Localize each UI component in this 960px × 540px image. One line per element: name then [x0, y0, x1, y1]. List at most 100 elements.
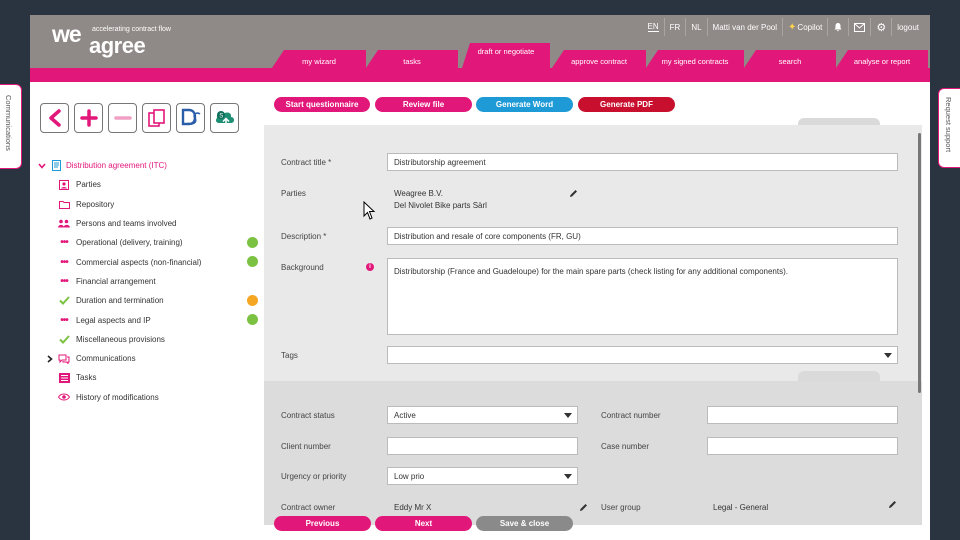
tree-item-label: Duration and termination: [76, 296, 164, 306]
tree-item-label: Miscellaneous provisions: [76, 334, 165, 344]
contract-status-label: Contract status: [281, 411, 335, 420]
tree-item-label: Communications: [76, 354, 136, 364]
chat-icon: [58, 354, 70, 364]
dots-icon: •••: [60, 256, 69, 268]
tree-item-repository[interactable]: Repository: [58, 195, 258, 214]
tree-item-legal[interactable]: ••• Legal aspects and IP: [58, 310, 258, 329]
tab-my-wizard[interactable]: my wizard: [272, 50, 366, 68]
contract-tree: Distribution agreement (ITC) Parties Rep…: [38, 156, 258, 407]
tab-my-signed-contracts[interactable]: my signed contracts: [646, 50, 744, 68]
tree-root[interactable]: Distribution agreement (ITC): [38, 156, 258, 175]
add-button[interactable]: [74, 103, 103, 133]
status-dot-green: [247, 314, 258, 326]
logo-tagline: accelerating contract flow: [92, 26, 171, 33]
tree-root-label: Distribution agreement (ITC): [66, 161, 167, 171]
logo-we: we: [52, 21, 82, 47]
dots-icon: •••: [60, 314, 69, 326]
next-button[interactable]: Next: [375, 516, 472, 531]
background-label: Background: [281, 263, 324, 272]
client-number-input[interactable]: [387, 437, 578, 455]
tab-search[interactable]: search: [744, 50, 836, 68]
communications-side-tab[interactable]: Communications: [0, 84, 22, 169]
content-scrollbar[interactable]: [918, 133, 921, 393]
tree-item-persons-teams[interactable]: Persons and teams involved: [58, 214, 258, 233]
tree-item-parties[interactable]: Parties: [58, 175, 258, 194]
tree-item-label: Persons and teams involved: [76, 219, 177, 229]
background-textarea[interactable]: Distributorship (France and Guadeloupe) …: [387, 258, 898, 335]
info-icon[interactable]: i: [366, 263, 374, 271]
chevron-right-icon[interactable]: [46, 354, 54, 364]
copy-icon: [147, 109, 165, 127]
copilot-button[interactable]: ✦ Copilot: [782, 18, 827, 36]
plus-icon: [79, 109, 98, 127]
communications-side-label: Communications: [4, 95, 13, 151]
top-menu: EN FR NL Matti van der Pool ✦ Copilot ⚙ …: [643, 18, 924, 36]
contract-form: Contract title * Distributorship agreeme…: [264, 125, 922, 525]
tab-draft-or-negotiate[interactable]: draft or negotiate: [462, 43, 550, 68]
sharepoint-upload-button[interactable]: S: [210, 103, 239, 133]
lang-fr[interactable]: FR: [663, 18, 686, 36]
user-group-label: User group: [601, 503, 641, 512]
person-card-icon: [58, 179, 70, 190]
contract-toolbar: S: [40, 103, 239, 133]
tree-item-misc[interactable]: Miscellaneous provisions: [58, 330, 258, 349]
tree-item-label: Commercial aspects (non-financial): [76, 257, 202, 267]
check-icon: [58, 334, 70, 344]
tree-item-label: History of modifications: [76, 392, 159, 402]
mail-icon[interactable]: [848, 18, 870, 36]
urgency-label: Urgency or priority: [281, 472, 347, 481]
tree-item-financial[interactable]: ••• Financial arrangement: [58, 272, 258, 291]
contract-number-input[interactable]: [707, 406, 898, 424]
back-button[interactable]: [40, 103, 69, 133]
duplicate-button[interactable]: [142, 103, 171, 133]
contract-status-select[interactable]: Active: [387, 406, 578, 424]
remove-button[interactable]: [108, 103, 137, 133]
tab-tasks[interactable]: tasks: [366, 50, 458, 68]
tree-item-communications[interactable]: Communications: [46, 349, 258, 368]
gear-icon[interactable]: ⚙: [870, 18, 891, 36]
app-window: we accelerating contract flow agree EN F…: [30, 15, 930, 540]
tree-item-tasks[interactable]: Tasks: [58, 368, 258, 387]
request-support-side-tab[interactable]: Request support: [938, 88, 960, 168]
previous-button[interactable]: Previous: [274, 516, 371, 531]
contract-owner-label: Contract owner: [281, 503, 336, 512]
pencil-icon[interactable]: [579, 503, 588, 514]
contract-title-input[interactable]: Distributorship agreement: [387, 153, 898, 171]
review-file-button[interactable]: Review file: [375, 97, 472, 112]
pencil-icon[interactable]: [888, 500, 897, 511]
tree-item-history[interactable]: History of modifications: [58, 388, 258, 407]
folder-tab-decoration: [798, 371, 880, 381]
tree-item-commercial[interactable]: ••• Commercial aspects (non-financial): [58, 252, 258, 271]
save-close-button[interactable]: Save & close: [476, 516, 573, 531]
generate-word-button[interactable]: Generate Word: [476, 97, 573, 112]
case-number-input[interactable]: [707, 437, 898, 455]
tasks-list-icon: [58, 372, 70, 383]
tree-item-operational[interactable]: ••• Operational (delivery, training): [58, 233, 258, 252]
urgency-select[interactable]: Low prio: [387, 467, 578, 485]
tree-item-label: Parties: [76, 180, 101, 190]
parties-label: Parties: [281, 189, 306, 198]
bell-icon[interactable]: [827, 18, 848, 36]
pencil-icon[interactable]: [569, 189, 578, 200]
contract-owner-value: Eddy Mr X: [394, 503, 432, 512]
lang-nl[interactable]: NL: [685, 18, 706, 36]
logout-link[interactable]: logout: [891, 18, 924, 36]
tab-analyse-or-report[interactable]: analyse or report: [836, 50, 928, 68]
dots-icon: •••: [60, 237, 69, 249]
docusign-button[interactable]: [176, 103, 205, 133]
tab-approve-contract[interactable]: approve contract: [552, 50, 646, 68]
contract-status-value: Active: [394, 410, 416, 420]
generate-pdf-button[interactable]: Generate PDF: [578, 97, 675, 112]
chevron-down-icon[interactable]: [38, 161, 46, 171]
svg-text:S: S: [219, 113, 223, 119]
tree-item-duration[interactable]: Duration and termination: [58, 291, 258, 310]
tags-select[interactable]: [387, 346, 898, 364]
start-questionnaire-button[interactable]: Start questionnaire: [274, 97, 370, 112]
client-number-label: Client number: [281, 442, 331, 451]
lang-en[interactable]: EN: [647, 22, 659, 32]
sparkle-icon: ✦: [788, 21, 797, 33]
status-dot-orange: [247, 295, 258, 307]
description-input[interactable]: Distribution and resale of core componen…: [387, 227, 898, 245]
case-number-label: Case number: [601, 442, 650, 451]
user-name[interactable]: Matti van der Pool: [706, 18, 782, 36]
